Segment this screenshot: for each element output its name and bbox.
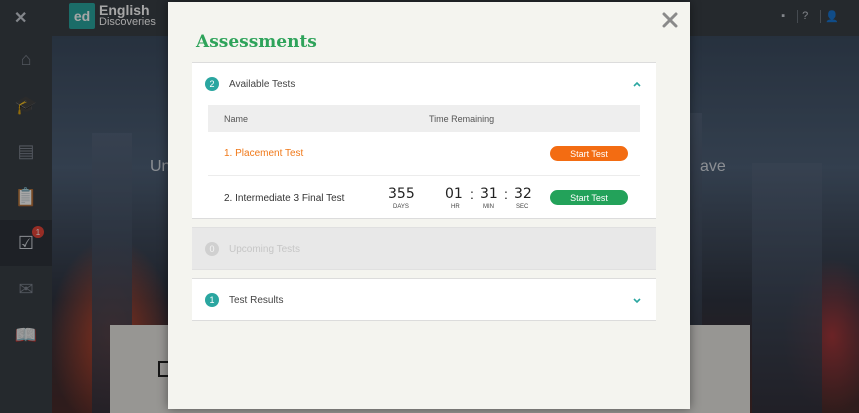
column-header-time-remaining: Time Remaining [429,113,495,124]
upcoming-count-badge: 0 [205,242,219,256]
timer-seconds: 32 [514,186,532,202]
available-tests-section: 2 Available Tests Name Time Remaining 1.… [192,62,656,219]
modal-title: Assessments [196,32,317,52]
timer-minutes-label: MIN [483,204,494,210]
chevron-down-icon[interactable] [632,295,642,305]
chevron-up-icon[interactable] [632,79,642,89]
available-count-badge: 2 [205,77,219,91]
upcoming-tests-section: 0 Upcoming Tests [192,227,656,270]
timer-days-label: DAYS [393,204,409,210]
timer-days: 355 [388,186,415,202]
table-row: 1. Placement Test Start Test [208,132,640,176]
available-tests-label: Available Tests [229,78,296,90]
timer-hours-label: HR [451,204,460,210]
test-results-section: 1 Test Results [192,278,656,321]
countdown-timer: 355 DAYS 01 HR : 31 MIN : 32 SEC [388,186,538,214]
available-tests-header[interactable]: 2 Available Tests [192,63,656,105]
close-icon[interactable] [662,12,678,28]
start-test-button[interactable]: Start Test [550,146,628,161]
timer-separator: : [470,186,474,202]
test-name: 2. Intermediate 3 Final Test [224,193,345,204]
timer-minutes: 31 [480,186,498,202]
tests-table-header: Name Time Remaining [208,105,640,132]
timer-hours: 01 [445,186,463,202]
assessments-modal: Assessments 2 Available Tests Name Time … [168,2,690,409]
column-header-name: Name [224,113,249,124]
upcoming-tests-label: Upcoming Tests [229,243,300,255]
timer-seconds-label: SEC [516,204,529,210]
table-row: 2. Intermediate 3 Final Test 355 DAYS 01… [208,176,640,220]
results-count-badge: 1 [205,293,219,307]
test-results-header[interactable]: 1 Test Results [192,279,656,321]
timer-separator: : [504,186,508,202]
start-test-button[interactable]: Start Test [550,190,628,205]
test-name[interactable]: 1. Placement Test [224,148,303,159]
test-results-label: Test Results [229,294,284,306]
upcoming-tests-header: 0 Upcoming Tests [192,228,656,270]
